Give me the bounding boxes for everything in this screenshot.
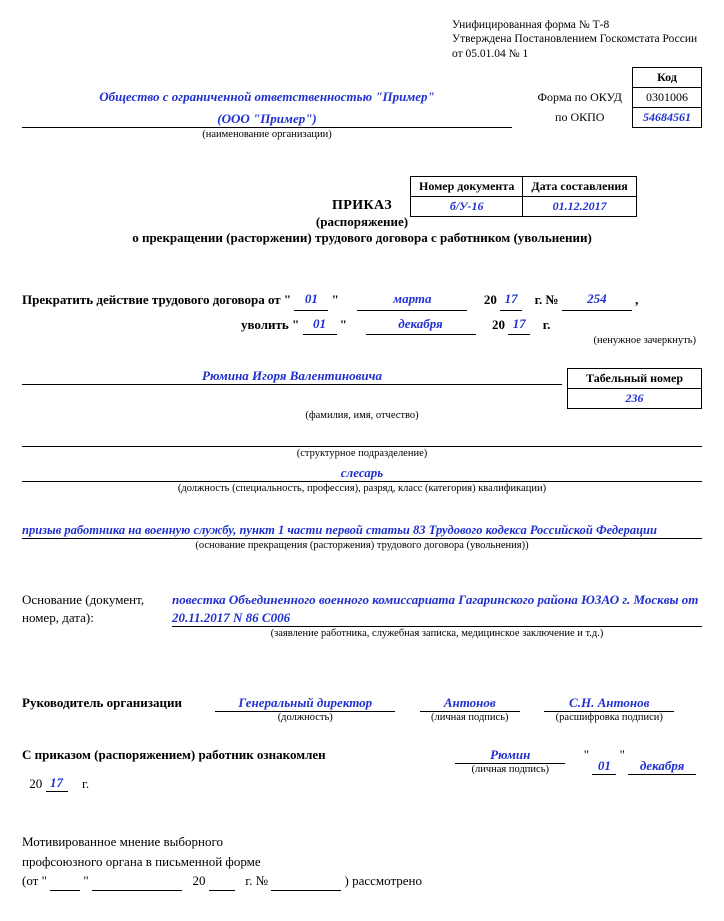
terminate-prefix: Прекратить действие трудового договора о… (22, 292, 291, 307)
opinion-l1: Мотивированное мнение выборного (22, 832, 702, 852)
manager-position: Генеральный директор (215, 695, 395, 712)
ack-yrpre: 20 (29, 776, 42, 791)
dismiss-day2: 01 (303, 313, 337, 335)
reason-text: призыв работника на военную службу, пунк… (22, 523, 657, 537)
terminate-tail: , (635, 292, 638, 307)
position-caption: (должность (специальность, профессия), р… (22, 483, 702, 494)
opinion-month-blank (92, 876, 182, 891)
basis-block: Основание (документ, номер, дата): повес… (22, 591, 702, 639)
dismiss-prefix: уволить " (241, 317, 299, 332)
tabel-number-table: Табельный номер 236 (567, 368, 702, 409)
terminate-yrpre1: 20 (484, 292, 497, 307)
ack-yrsuf: г. (82, 776, 89, 791)
manager-decode: С.Н. Антонов (544, 695, 674, 712)
dismiss-yr2: 17 (508, 313, 530, 335)
opinion-num-blank (271, 876, 341, 891)
ack-month: декабря (628, 758, 696, 775)
terminate-day1: 01 (294, 288, 328, 310)
manager-block: Руководитель организации Генеральный дир… (22, 695, 702, 723)
opinion-block: Мотивированное мнение выборного профсоюз… (22, 832, 702, 891)
reason-caption: (основание прекращения (расторжения) тру… (22, 540, 702, 551)
terminate-mid1: " (332, 292, 339, 307)
ack-day: 01 (592, 758, 616, 775)
manager-position-caption: (должность) (215, 712, 395, 723)
okpo-value: 54684561 (633, 108, 702, 128)
basis-caption: (заявление работника, служебная записка,… (172, 628, 702, 639)
manager-sign: Антонов (420, 695, 520, 712)
terminate-yrsuf: г. № (535, 292, 559, 307)
manager-sign-caption: (личная подпись) (420, 712, 520, 723)
dismiss-yrpre2: 20 (492, 317, 505, 332)
ack-yr: 17 (46, 775, 68, 792)
docnum-value: б/У-16 (411, 197, 523, 217)
form-header-line1: Унифицированная форма № Т-8 (452, 18, 702, 32)
form-header: Унифицированная форма № Т-8 Утверждена П… (22, 18, 702, 61)
org-caption: (наименование организации) (22, 129, 512, 140)
opinion-l3a: (от " (22, 873, 47, 888)
manager-decode-caption: (расшифровка подписи) (544, 712, 674, 723)
opinion-l3e: ) рассмотрено (345, 873, 423, 888)
terminate-yr1: 17 (500, 288, 522, 310)
opinion-l3d: г. № (245, 873, 268, 888)
main-title-block: Номер документа Дата составления б/У-16 … (22, 198, 702, 246)
termination-section: Прекратить действие трудового договора о… (22, 288, 702, 346)
ack-sign: Рюмин (455, 747, 565, 764)
form-header-line3: от 05.01.04 № 1 (452, 47, 702, 61)
dismiss-month2: декабря (366, 313, 476, 335)
employee-position: слесарь (341, 465, 383, 480)
code-table-block: Код Форма по ОКУД 0301006 по ОКПО 546845… (528, 67, 702, 128)
form-header-line2: Утверждена Постановлением Госкомстата Ро… (452, 32, 702, 46)
manager-label: Руководитель организации (22, 695, 212, 711)
fio-caption: (фамилия, имя, отчество) (22, 410, 702, 421)
ack-q2: " (620, 747, 625, 762)
opinion-l3c: 20 (192, 873, 205, 888)
opinion-l3b: " (83, 873, 88, 888)
tabnum-title: Табельный номер (567, 369, 701, 389)
opinion-l2: профсоюзного органа в письменной форме (22, 852, 702, 872)
dismiss-mid2: " (340, 317, 347, 332)
org-name-line2: (ООО "Пример") (217, 111, 317, 126)
dept-caption: (структурное подразделение) (22, 448, 702, 459)
employee-fio: Рюмина Игоря Валентиновича (202, 368, 382, 383)
basis-text: повестка Объединенного военного комиссар… (172, 592, 698, 625)
title-line3: о прекращении (расторжении) трудового до… (22, 230, 702, 246)
terminate-month1: марта (357, 288, 467, 310)
doc-number-table: Номер документа Дата составления б/У-16 … (410, 176, 637, 217)
ack-q1: " (584, 747, 589, 762)
org-name-line1: Общество с ограниченной ответственностью… (99, 89, 435, 104)
code-title: Код (633, 68, 702, 88)
ack-block: С приказом (распоряжением) работник озна… (22, 747, 702, 792)
ack-label: С приказом (распоряжением) работник озна… (22, 747, 352, 763)
strike-note: (ненужное зачеркнуть) (594, 335, 696, 346)
okud-value: 0301006 (633, 88, 702, 108)
ack-sign-caption: (личная подпись) (455, 764, 565, 775)
docdate-value: 01.12.2017 (523, 197, 636, 217)
opinion-year-blank (209, 876, 235, 891)
docnum-h1: Номер документа (411, 177, 523, 197)
okud-label: Форма по ОКУД (528, 88, 633, 108)
basis-label: Основание (документ, номер, дата): (22, 591, 172, 626)
docnum-h2: Дата составления (523, 177, 636, 197)
reason-block: призыв работника на военную службу, пунк… (22, 522, 702, 551)
opinion-day-blank (50, 876, 80, 891)
okpo-label: по ОКПО (528, 108, 633, 128)
terminate-num: 254 (562, 288, 632, 310)
dismiss-yrsuf2: г. (543, 317, 551, 332)
tabnum-value: 236 (567, 389, 701, 409)
